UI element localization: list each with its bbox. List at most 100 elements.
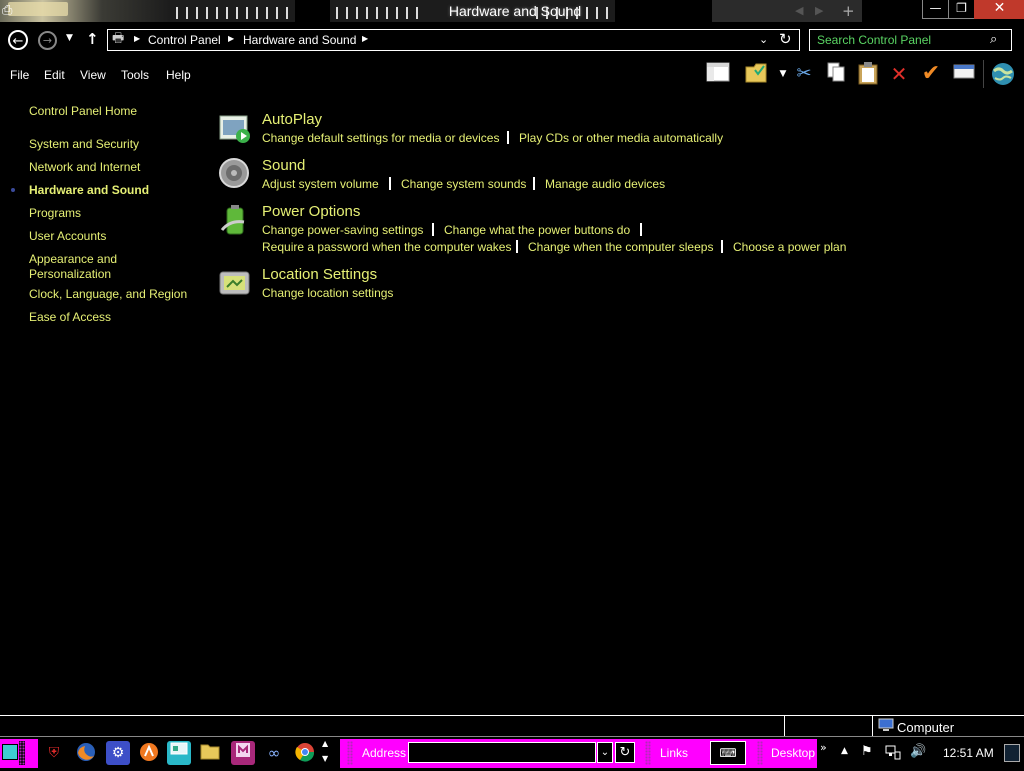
sidebar-item-programs[interactable]: Programs: [29, 206, 81, 221]
taskbar-desktop-label[interactable]: Desktop: [771, 746, 815, 760]
menu-file[interactable]: File: [10, 68, 29, 82]
window-icon[interactable]: ⎙: [2, 3, 17, 18]
settings-icon[interactable]: ⚙: [106, 741, 130, 765]
breadcrumb-control-panel[interactable]: Control Panel: [148, 33, 221, 47]
forward-button[interactable]: →: [38, 31, 57, 50]
autoplay-icon[interactable]: [218, 113, 252, 147]
up-one-level-button[interactable]: ↑: [86, 30, 99, 48]
link-change-sleep-time[interactable]: Change when the computer sleeps: [528, 240, 713, 254]
breadcrumb-chevron-icon[interactable]: ▶: [362, 34, 368, 43]
link-play-cds-automatically[interactable]: Play CDs or other media automatically: [519, 131, 723, 145]
current-section-indicator: [11, 188, 15, 192]
binoculars-icon[interactable]: ∞: [262, 741, 286, 765]
arrow-up-icon: ↑: [86, 30, 99, 48]
taskbar-scroll-up-icon[interactable]: ▲: [322, 739, 328, 748]
tab-scroll-left-icon[interactable]: ◀: [795, 4, 803, 17]
category-title-location-settings[interactable]: Location Settings: [262, 266, 377, 283]
chrome-icon[interactable]: [293, 741, 317, 765]
folder-options-icon[interactable]: [743, 61, 769, 87]
explorer-icon[interactable]: [198, 741, 222, 765]
tab-strip[interactable]: [712, 0, 862, 22]
tab-scroll-right-icon[interactable]: ▶: [815, 4, 823, 17]
battery-icon[interactable]: [218, 203, 252, 237]
toolbar-grip[interactable]: [347, 741, 353, 765]
flag-icon[interactable]: ⚑: [861, 744, 873, 759]
sidebar-item-ease-of-access[interactable]: Ease of Access: [29, 310, 111, 325]
menu-view[interactable]: View: [80, 68, 106, 82]
globe-icon[interactable]: [990, 61, 1016, 87]
arrow-right-icon: →: [42, 34, 53, 47]
link-manage-audio-devices[interactable]: Manage audio devices: [545, 177, 665, 191]
category-title-autoplay[interactable]: AutoPlay: [262, 111, 322, 128]
arrow-left-icon: ←: [12, 34, 24, 49]
breadcrumb-chevron-icon[interactable]: ▶: [134, 34, 140, 43]
delete-icon[interactable]: ✕: [886, 61, 912, 87]
sidebar-item-clock-language[interactable]: Clock, Language, and Region: [29, 287, 187, 302]
close-button[interactable]: ✕: [974, 0, 1024, 19]
sidebar-item-system-security[interactable]: System and Security: [29, 137, 139, 152]
location-icon[interactable]: [218, 267, 252, 301]
speaker-icon[interactable]: [218, 157, 252, 191]
link-change-default-media-settings[interactable]: Change default settings for media or dev…: [262, 131, 499, 145]
toolbar-overflow-chevron[interactable]: »: [820, 741, 827, 754]
refresh-icon[interactable]: ↻: [779, 30, 792, 48]
paste-icon[interactable]: [855, 61, 881, 87]
link-separator: [533, 177, 535, 190]
clock[interactable]: 12:51 AM: [943, 746, 994, 760]
layout-icon[interactable]: [705, 61, 731, 87]
category-title-power-options[interactable]: Power Options: [262, 203, 360, 220]
sidebar-item-user-accounts[interactable]: User Accounts: [29, 229, 106, 244]
search-input[interactable]: [812, 31, 992, 49]
taskbar-refresh-icon[interactable]: ↻: [615, 742, 635, 763]
firefox-icon[interactable]: [74, 741, 98, 765]
link-change-system-sounds[interactable]: Change system sounds: [401, 177, 526, 191]
search-icon[interactable]: ⌕: [990, 32, 997, 47]
control-panel-icon[interactable]: [167, 741, 191, 765]
network-icon[interactable]: [885, 744, 901, 764]
check-icon[interactable]: ✔: [918, 61, 944, 87]
sidebar-item-appearance[interactable]: Appearance and Personalization: [29, 252, 117, 282]
link-adjust-system-volume[interactable]: Adjust system volume: [262, 177, 379, 191]
title-bar-decoration: [170, 0, 295, 22]
menu-edit[interactable]: Edit: [44, 68, 65, 82]
volume-icon[interactable]: 🔊: [910, 744, 926, 759]
toolbar-grip[interactable]: [19, 741, 25, 765]
antivirus-icon[interactable]: ⛨: [42, 741, 66, 765]
keyboard-icon[interactable]: ⌨: [710, 741, 746, 765]
address-dropdown-icon[interactable]: ⌄: [759, 33, 768, 46]
sidebar-item-network-internet[interactable]: Network and Internet: [29, 160, 140, 175]
link-choose-power-plan[interactable]: Choose a power plan: [733, 240, 846, 254]
taskbar-address-input[interactable]: [408, 742, 596, 763]
new-tab-icon[interactable]: +: [842, 2, 855, 20]
back-button[interactable]: ←: [8, 30, 28, 50]
taskbar-address-label: Address: [362, 746, 407, 760]
toolbar-grip[interactable]: [757, 741, 763, 765]
avast-icon[interactable]: [137, 741, 161, 765]
menu-help[interactable]: Help: [166, 68, 191, 82]
cut-icon[interactable]: ✂: [791, 61, 817, 87]
show-desktop-button[interactable]: [1004, 744, 1020, 762]
link-separator: [516, 240, 518, 253]
taskbar-address-dropdown-icon[interactable]: ⌄: [597, 742, 613, 763]
menu-tools[interactable]: Tools: [121, 68, 149, 82]
link-change-location-settings[interactable]: Change location settings: [262, 286, 393, 300]
link-change-power-buttons[interactable]: Change what the power buttons do: [444, 223, 630, 237]
link-change-power-saving-settings[interactable]: Change power-saving settings: [262, 223, 423, 237]
link-separator: [640, 223, 642, 236]
taskbar-links-label[interactable]: Links: [660, 746, 688, 760]
category-title-sound[interactable]: Sound: [262, 157, 305, 174]
link-require-password-on-wake[interactable]: Require a password when the computer wak…: [262, 240, 511, 254]
breadcrumb-hardware-and-sound[interactable]: Hardware and Sound: [243, 33, 356, 47]
toolbar-grip[interactable]: [645, 741, 651, 765]
copy-icon[interactable]: [823, 61, 849, 87]
sidebar-control-panel-home[interactable]: Control Panel Home: [29, 104, 137, 119]
taskbar-scroll-down-icon[interactable]: ▼: [322, 754, 328, 763]
breadcrumb-chevron-icon[interactable]: ▶: [228, 34, 234, 43]
maximize-button[interactable]: ❐: [948, 0, 975, 19]
properties-icon[interactable]: [951, 61, 977, 87]
media-icon[interactable]: [231, 741, 255, 765]
minimize-button[interactable]: —: [922, 0, 949, 19]
recent-pages-dropdown[interactable]: ▼: [66, 33, 73, 43]
tray-expand-icon[interactable]: ▲: [841, 746, 848, 756]
sidebar-item-hardware-sound[interactable]: Hardware and Sound: [29, 183, 149, 198]
